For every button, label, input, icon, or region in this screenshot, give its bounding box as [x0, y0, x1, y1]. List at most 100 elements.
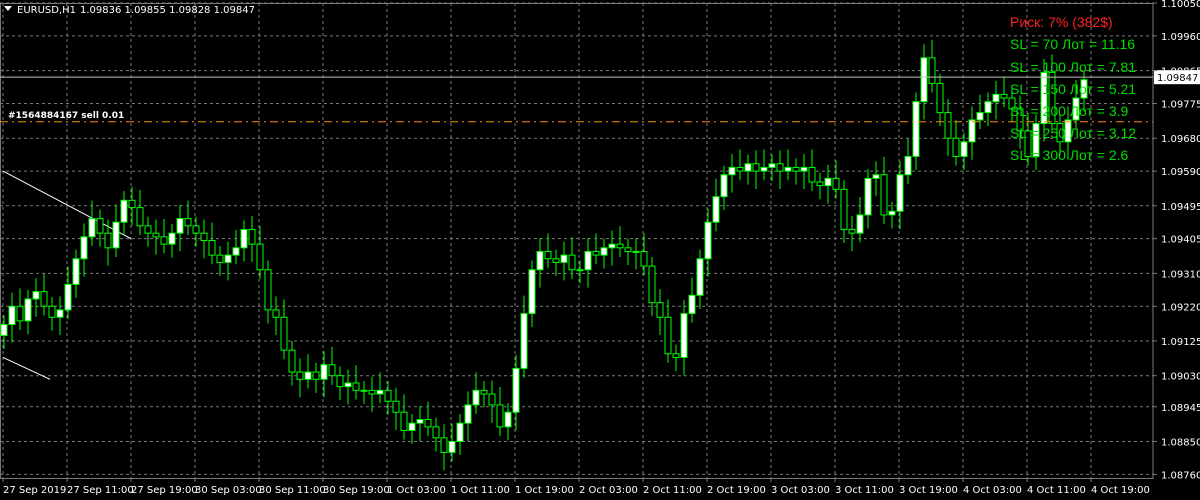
x-tick-label: 27 Sep 11:00	[67, 485, 134, 496]
y-tick-label: 1.09680	[1161, 134, 1200, 145]
candle-body	[728, 166, 736, 176]
candle-body	[432, 426, 440, 439]
candle-body	[760, 166, 768, 172]
y-tick-label: 1.09405	[1161, 235, 1200, 246]
candle-body	[128, 199, 136, 209]
candle-body	[424, 419, 432, 428]
sl-line-250: SL = 250 Лот = 3.12	[1010, 125, 1136, 141]
candle-body	[440, 437, 448, 453]
candle-body	[984, 101, 992, 114]
candle-body	[248, 229, 256, 245]
x-tick-label: 1 Oct 11:00	[451, 485, 510, 496]
candle-body	[808, 166, 816, 183]
y-tick-label: 1.09495	[1161, 202, 1200, 213]
x-tick-label: 2 Oct 03:00	[579, 485, 638, 496]
candle-body	[928, 57, 936, 84]
header: EURUSD,H1 1.09836 1.09855 1.09828 1.0984…	[4, 5, 255, 16]
y-tick-label: 1.09310	[1161, 269, 1200, 280]
y-tick-label: 1.08850	[1161, 437, 1200, 448]
sl-line-300: SL = 300 Лот = 2.6	[1010, 147, 1129, 163]
candle-body	[240, 229, 248, 249]
candle-body	[144, 225, 152, 234]
candle-body	[208, 240, 216, 256]
y-tick-label: 1.09220	[1161, 302, 1200, 313]
triangle-down-icon[interactable]	[4, 6, 12, 11]
candle-body	[368, 389, 376, 395]
candle-body	[216, 254, 224, 263]
candle-body	[352, 382, 360, 391]
candle-body	[888, 210, 896, 216]
candle-body	[256, 243, 264, 271]
y-tick-label: 1.08945	[1161, 403, 1200, 414]
candle-body	[56, 309, 64, 318]
candle-body	[720, 174, 728, 198]
candle-body	[496, 404, 504, 428]
candle-body	[464, 404, 472, 424]
candle-body	[232, 247, 240, 256]
x-tick-label: 30 Sep 11:00	[259, 485, 326, 496]
candle-body	[792, 166, 800, 172]
candle-body	[112, 221, 120, 249]
candle-body	[264, 269, 272, 311]
candle-body	[64, 283, 72, 311]
candle-body	[24, 298, 32, 322]
sl-line-70: SL = 70 Лот = 11.16	[1010, 36, 1135, 52]
candle-body	[80, 236, 88, 260]
candle-body	[592, 250, 600, 256]
candle-body	[912, 101, 920, 157]
candle-body	[832, 177, 840, 190]
candle-body	[88, 218, 96, 238]
y-tick-label: 1.09030	[1161, 372, 1200, 383]
candle-body	[544, 250, 552, 260]
candle-body	[840, 188, 848, 231]
candle-body	[624, 247, 632, 252]
candle-body	[848, 229, 856, 234]
candle-body	[920, 57, 928, 103]
sl-line-200: SL = 200 Лот = 3.9	[1010, 103, 1129, 119]
candle-body	[896, 174, 904, 212]
symbol-label: EURUSD,H1	[17, 5, 76, 16]
x-tick-label: 4 Oct 11:00	[1027, 485, 1086, 496]
candle-body	[160, 236, 168, 245]
candle-body	[616, 243, 624, 249]
y-tick-label: 1.09590	[1161, 167, 1200, 178]
y-tick-label: 1.09125	[1161, 337, 1200, 348]
y-tick-label: 1.09865	[1161, 67, 1200, 78]
candle-body	[504, 411, 512, 428]
candle-body	[552, 258, 560, 263]
candle-body	[224, 254, 232, 263]
candle-body	[648, 265, 656, 304]
candle-body	[32, 291, 40, 300]
candle-body	[488, 393, 496, 406]
candle-body	[528, 269, 536, 315]
candle-body	[952, 137, 960, 157]
candle-body	[40, 291, 48, 307]
candle-body	[824, 177, 832, 187]
candle-body	[360, 389, 368, 392]
candle-body	[776, 163, 784, 172]
candle-body	[152, 232, 160, 238]
chart-window[interactable]: #1564884167 sell 0.01 1.09847 1.10050 1.09…	[0, 0, 1200, 500]
sl-line-150: SL = 150 Лот = 5.21	[1010, 81, 1136, 97]
candle-body	[48, 305, 56, 318]
candle-body	[192, 225, 200, 234]
x-tick-label: 27 Sep 19:00	[131, 485, 198, 496]
candle-body	[480, 389, 488, 395]
candle-body	[872, 174, 880, 179]
candle-body	[512, 367, 520, 413]
x-tick-label: 30 Sep 19:00	[323, 485, 390, 496]
candle-body	[664, 316, 672, 355]
candle-body	[568, 254, 576, 271]
candle-body	[784, 166, 792, 172]
candle-body	[96, 218, 104, 234]
candle-body	[584, 250, 592, 271]
x-tick-label: 1 Oct 03:00	[387, 485, 446, 496]
candle-body	[800, 166, 808, 172]
candle-body	[712, 196, 720, 223]
candle-body	[16, 305, 24, 322]
candle-body	[696, 258, 704, 296]
candle-body	[744, 163, 752, 172]
candle-body	[752, 163, 760, 172]
candle-body	[944, 112, 952, 139]
x-tick-label: 3 Oct 19:00	[899, 485, 958, 496]
